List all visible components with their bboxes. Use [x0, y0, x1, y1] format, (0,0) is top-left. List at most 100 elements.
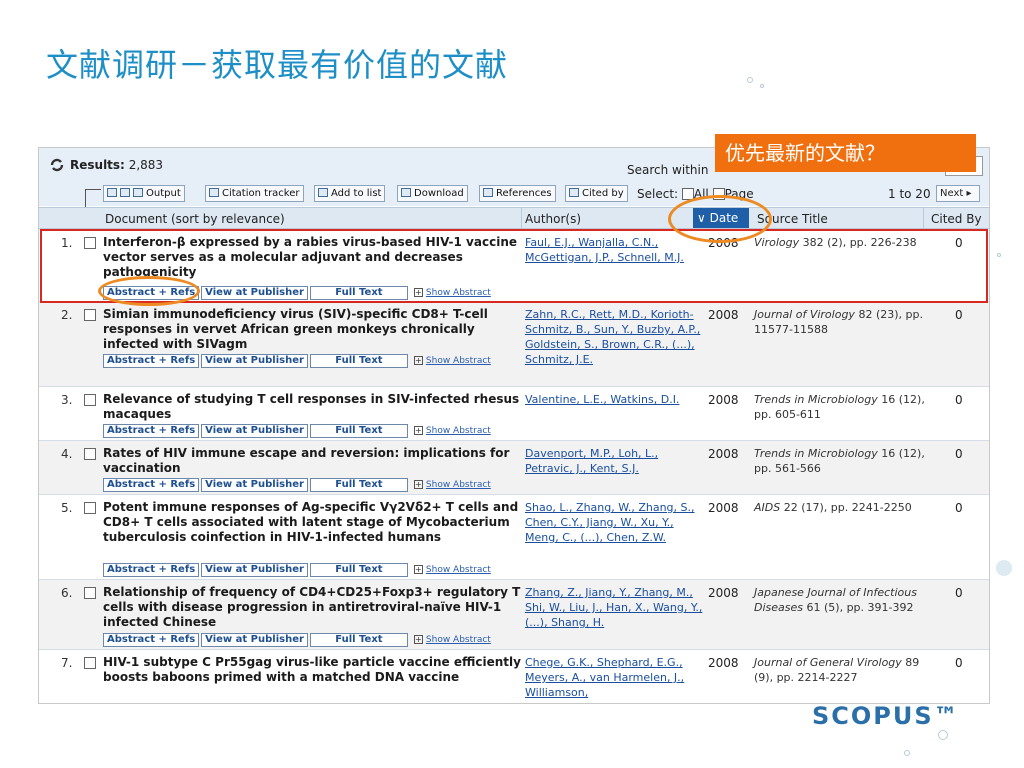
result-title[interactable]: Interferon-β expressed by a rabies virus… [103, 235, 523, 280]
slide-title: 文献调研－获取最有价值的文献 [46, 46, 509, 84]
result-number: 5. [61, 501, 73, 515]
result-title[interactable]: Potent immune responses of Ag-specific V… [103, 500, 523, 545]
scopus-results-screenshot: Results: 2,883 Search within Output Cita… [38, 147, 990, 704]
result-title[interactable]: Relevance of studying T cell responses i… [103, 392, 523, 422]
result-authors[interactable]: Chege, G.K., Shephard, E.G., Meyers, A.,… [525, 655, 705, 700]
result-checkbox[interactable] [84, 502, 96, 514]
decorative-circle [938, 730, 948, 740]
abstract-refs-button[interactable]: Abstract + Refs [103, 286, 200, 300]
view-at-publisher-button[interactable]: View at Publisher [201, 354, 308, 368]
result-row: 6. Relationship of frequency of CD4+CD25+… [39, 580, 989, 650]
result-title[interactable]: Rates of HIV immune escape and reversion… [103, 446, 523, 476]
result-date: 2008 [708, 586, 739, 600]
references-button[interactable]: References [479, 185, 556, 202]
view-at-publisher-button[interactable]: View at Publisher [201, 563, 308, 577]
search-within-label: Search within [627, 163, 709, 177]
cited-by-button[interactable]: Cited by [565, 185, 628, 202]
result-authors[interactable]: Shao, L., Zhang, W., Zhang, S., Chen, C.… [525, 500, 705, 545]
list-icon [318, 188, 328, 197]
citation-tracker-button[interactable]: Citation tracker [205, 185, 304, 202]
references-icon [483, 188, 493, 197]
result-source-detail: 382 (2), pp. 226-238 [799, 236, 917, 249]
expand-plus-icon[interactable]: + [413, 356, 423, 365]
decorative-circle [996, 560, 1012, 576]
output-button[interactable]: Output [103, 185, 185, 202]
result-authors[interactable]: Faul, E.J., Wanjalla, C.N., McGettigan, … [525, 235, 705, 265]
view-at-publisher-button[interactable]: View at Publisher [201, 478, 308, 492]
result-source: Trends in Microbiology 16 (12), pp. 561-… [754, 446, 929, 476]
result-links: Abstract + Refs View at Publisher Full Tex… [103, 633, 491, 647]
result-title[interactable]: Simian immunodeficiency virus (SIV)-spec… [103, 307, 523, 352]
results-count: 2,883 [128, 158, 164, 172]
scopus-logo: SCOPUS™ [812, 702, 960, 730]
show-abstract-link[interactable]: Show Abstract [426, 288, 491, 298]
show-abstract-link[interactable]: Show Abstract [426, 426, 491, 436]
show-abstract-link[interactable]: Show Abstract [426, 356, 491, 366]
select-page-checkbox[interactable] [712, 188, 725, 200]
column-authors[interactable]: Author(s) [525, 212, 581, 226]
expand-plus-icon[interactable]: + [413, 635, 423, 644]
view-at-publisher-button[interactable]: View at Publisher [201, 286, 308, 300]
result-journal: Journal of General Virology [754, 656, 902, 669]
output-label: Output [146, 188, 181, 199]
view-at-publisher-button[interactable]: View at Publisher [201, 633, 308, 647]
show-abstract-link[interactable]: Show Abstract [426, 565, 491, 575]
next-page-button[interactable]: Next ▸ [936, 185, 980, 202]
abstract-refs-button[interactable]: Abstract + Refs [103, 633, 200, 647]
full-text-button[interactable]: Full Text [309, 354, 408, 368]
result-authors[interactable]: Zhang, Z., Jiang, Y., Zhang, M., Shi, W.… [525, 585, 705, 630]
result-number: 3. [61, 393, 73, 407]
result-links: Abstract + Refs View at Publisher Full Tex… [103, 478, 491, 492]
result-links: Abstract + Refs View at Publisher Full Tex… [103, 286, 491, 300]
result-checkbox[interactable] [84, 237, 96, 249]
show-abstract-link[interactable]: Show Abstract [426, 635, 491, 645]
result-authors[interactable]: Davenport, M.P., Loh, L., Petravic, J., … [525, 446, 705, 476]
result-cited-count: 0 [955, 656, 963, 670]
result-title[interactable]: HIV-1 subtype C Pr55gag virus-like parti… [103, 655, 523, 685]
result-title[interactable]: Relationship of frequency of CD4+CD25+Fo… [103, 585, 523, 630]
result-source: AIDS 22 (17), pp. 2241-2250 [754, 500, 929, 515]
column-document[interactable]: Document (sort by relevance) [105, 212, 285, 226]
result-checkbox[interactable] [84, 394, 96, 406]
column-divider [923, 208, 924, 228]
page-range: 1 to 20 [888, 187, 931, 201]
abstract-refs-button[interactable]: Abstract + Refs [103, 424, 200, 438]
full-text-button[interactable]: Full Text [309, 478, 408, 492]
decorative-circle [997, 253, 1001, 257]
cited-by-icon [569, 188, 579, 197]
result-checkbox[interactable] [84, 309, 96, 321]
show-abstract-link[interactable]: Show Abstract [426, 480, 491, 490]
result-checkbox[interactable] [84, 448, 96, 460]
view-at-publisher-button[interactable]: View at Publisher [201, 424, 308, 438]
download-button[interactable]: Download [397, 185, 468, 202]
select-all-checkbox[interactable] [681, 188, 694, 200]
decorative-circle [904, 750, 910, 756]
full-text-button[interactable]: Full Text [309, 286, 408, 300]
refresh-icon [50, 158, 64, 172]
result-authors[interactable]: Zahn, R.C., Rett, M.D., Korioth-Schmitz,… [525, 307, 705, 367]
full-text-button[interactable]: Full Text [309, 633, 408, 647]
full-text-button[interactable]: Full Text [309, 563, 408, 577]
next-label: Next [940, 188, 964, 199]
result-checkbox[interactable] [84, 587, 96, 599]
results-label-text: Results: [70, 158, 125, 172]
column-source[interactable]: Source Title [757, 212, 828, 226]
abstract-refs-button[interactable]: Abstract + Refs [103, 563, 200, 577]
column-header-row: Document (sort by relevance) Author(s) S… [39, 207, 989, 229]
expand-plus-icon[interactable]: + [413, 480, 423, 489]
column-cited[interactable]: Cited By [931, 212, 982, 226]
abstract-refs-button[interactable]: Abstract + Refs [103, 354, 200, 368]
result-cited-count: 0 [955, 236, 963, 250]
result-authors[interactable]: Valentine, L.E., Watkins, D.I. [525, 392, 705, 407]
result-checkbox[interactable] [84, 657, 96, 669]
result-source: Japanese Journal of Infectious Diseases … [754, 585, 929, 615]
result-date: 2008 [708, 393, 739, 407]
expand-plus-icon[interactable]: + [413, 426, 423, 435]
add-to-list-button[interactable]: Add to list [314, 185, 386, 202]
expand-plus-icon[interactable]: + [413, 288, 423, 297]
result-number: 1. [61, 236, 73, 250]
abstract-refs-button[interactable]: Abstract + Refs [103, 478, 200, 492]
expand-plus-icon[interactable]: + [413, 565, 423, 574]
column-date-sorted[interactable]: ∨ Date [693, 208, 749, 228]
full-text-button[interactable]: Full Text [309, 424, 408, 438]
